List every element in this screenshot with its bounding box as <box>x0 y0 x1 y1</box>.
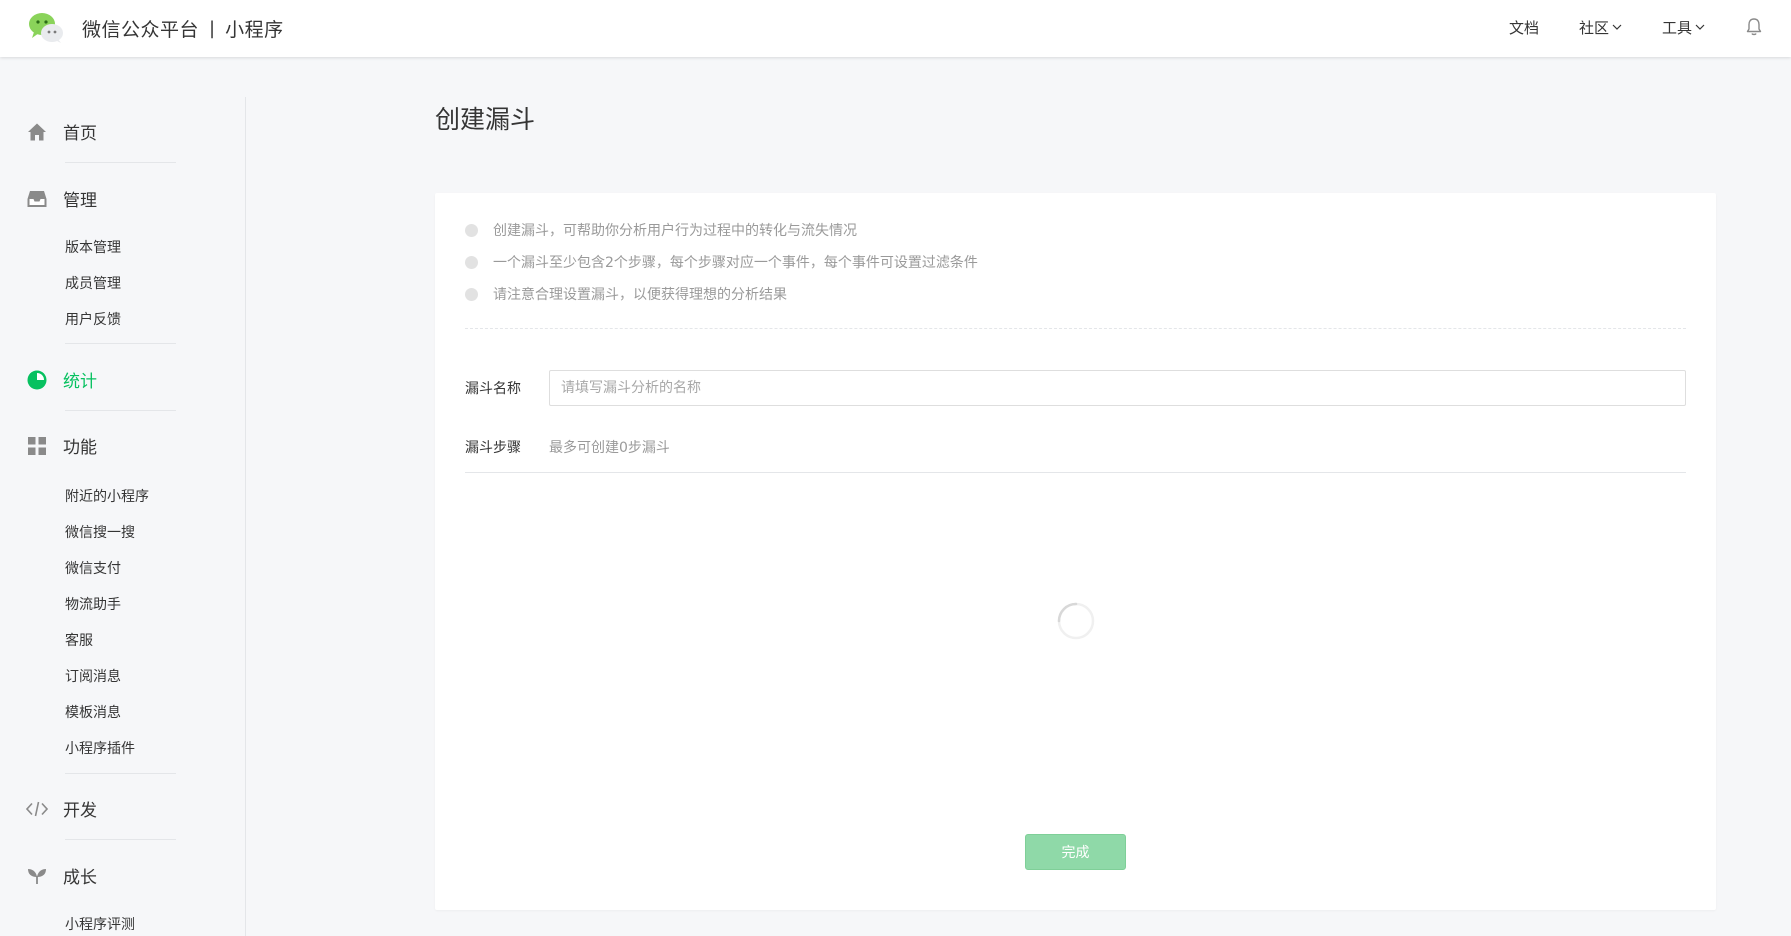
section-divider <box>465 328 1686 329</box>
funnel-name-input[interactable] <box>549 370 1686 406</box>
tips-list: 创建漏斗，可帮助你分析用户行为过程中的转化与流失情况 一个漏斗至少包含2个步骤，… <box>465 214 978 310</box>
product-name: 小程序 <box>225 18 284 41</box>
tip-text: 创建漏斗，可帮助你分析用户行为过程中的转化与流失情况 <box>493 223 857 239</box>
bell-icon[interactable] <box>1745 17 1763 37</box>
sidebar-item-label: 成长 <box>63 868 97 888</box>
sidebar-item-label: 功能 <box>63 438 97 458</box>
brand-separator: | <box>209 17 216 39</box>
sidebar-item-label: 统计 <box>63 372 97 392</box>
bullet-icon <box>465 223 478 237</box>
sidebar-item-label: 首页 <box>63 124 97 144</box>
sidebar-item-stats[interactable]: 统计 <box>26 367 97 392</box>
bullet-icon <box>465 255 478 269</box>
submit-button[interactable]: 完成 <box>1025 834 1126 870</box>
sidebar-item-logistics[interactable]: 物流助手 <box>65 594 121 614</box>
steps-divider <box>465 472 1686 473</box>
sprout-icon <box>26 865 48 887</box>
list-item: 请注意合理设置漏斗，以便获得理想的分析结果 <box>465 278 978 310</box>
nav-tools-label: 工具 <box>1661 18 1692 37</box>
sidebar-item-features[interactable]: 功能 <box>26 433 97 458</box>
code-icon <box>26 798 48 820</box>
sidebar-item-miniprogram-review[interactable]: 小程序评测 <box>65 914 135 934</box>
sidebar-item-subscription-messages[interactable]: 订阅消息 <box>65 666 121 686</box>
tip-text: 请注意合理设置漏斗，以便获得理想的分析结果 <box>493 287 787 303</box>
house-icon <box>26 121 48 143</box>
sidebar-item-develop[interactable]: 开发 <box>26 796 97 821</box>
top-header: 微信公众平台 | 小程序 文档 社区 工具 <box>0 0 1791 57</box>
tip-text: 一个漏斗至少包含2个步骤，每个步骤对应一个事件，每个事件可设置过滤条件 <box>493 255 978 271</box>
nav-community[interactable]: 社区 <box>1579 17 1622 38</box>
sidebar-item-template-messages[interactable]: 模板消息 <box>65 702 121 722</box>
funnel-steps-hint: 最多可创建0步漏斗 <box>549 440 670 456</box>
funnel-name-label: 漏斗名称 <box>465 381 521 397</box>
sidebar-item-user-feedback[interactable]: 用户反馈 <box>65 309 121 329</box>
page-title: 创建漏斗 <box>435 105 536 134</box>
inbox-icon <box>26 188 48 210</box>
list-item: 一个漏斗至少包含2个步骤，每个步骤对应一个事件，每个事件可设置过滤条件 <box>465 246 978 278</box>
funnel-steps-label: 漏斗步骤 <box>465 440 521 456</box>
wechat-logo-icon <box>29 13 63 43</box>
sidebar-divider <box>65 839 176 840</box>
sidebar-item-home[interactable]: 首页 <box>26 119 97 144</box>
sidebar-item-nearby-miniprogram[interactable]: 附近的小程序 <box>65 486 149 506</box>
sidebar-divider <box>65 773 176 774</box>
bullet-icon <box>465 287 478 301</box>
sidebar-item-customer-service[interactable]: 客服 <box>65 630 93 650</box>
chevron-down-icon <box>1695 24 1705 30</box>
nav-docs-label: 文档 <box>1508 18 1539 37</box>
spinner-icon <box>1057 602 1095 640</box>
list-item: 创建漏斗，可帮助你分析用户行为过程中的转化与流失情况 <box>465 214 978 246</box>
create-funnel-card: 创建漏斗，可帮助你分析用户行为过程中的转化与流失情况 一个漏斗至少包含2个步骤，… <box>435 193 1716 910</box>
sidebar-item-manage[interactable]: 管理 <box>26 186 97 211</box>
sidebar-item-plugins[interactable]: 小程序插件 <box>65 738 135 758</box>
grid-icon <box>26 435 48 457</box>
brand[interactable]: 微信公众平台 | 小程序 <box>28 10 284 46</box>
sidebar-item-version-management[interactable]: 版本管理 <box>65 237 121 257</box>
sidebar-item-wechat-search[interactable]: 微信搜一搜 <box>65 522 135 542</box>
top-nav: 文档 社区 工具 <box>1469 0 1763 54</box>
sidebar-item-member-management[interactable]: 成员管理 <box>65 273 121 293</box>
platform-name: 微信公众平台 <box>82 18 200 41</box>
sidebar-item-label: 开发 <box>63 801 97 821</box>
sidebar: 首页 管理 版本管理 成员管理 用户反馈 统计 功能 附近的小程序 微信搜一搜 … <box>0 97 246 936</box>
chevron-down-icon <box>1612 24 1622 30</box>
sidebar-divider <box>65 410 176 411</box>
sidebar-divider <box>65 343 176 344</box>
sidebar-item-label: 管理 <box>63 191 97 211</box>
sidebar-divider <box>65 162 176 163</box>
sidebar-item-wechat-pay[interactable]: 微信支付 <box>65 558 121 578</box>
nav-tools[interactable]: 工具 <box>1662 17 1705 38</box>
pie-chart-icon <box>26 369 48 391</box>
nav-community-label: 社区 <box>1578 18 1609 37</box>
sidebar-item-growth[interactable]: 成长 <box>26 863 97 888</box>
nav-docs[interactable]: 文档 <box>1509 17 1539 38</box>
